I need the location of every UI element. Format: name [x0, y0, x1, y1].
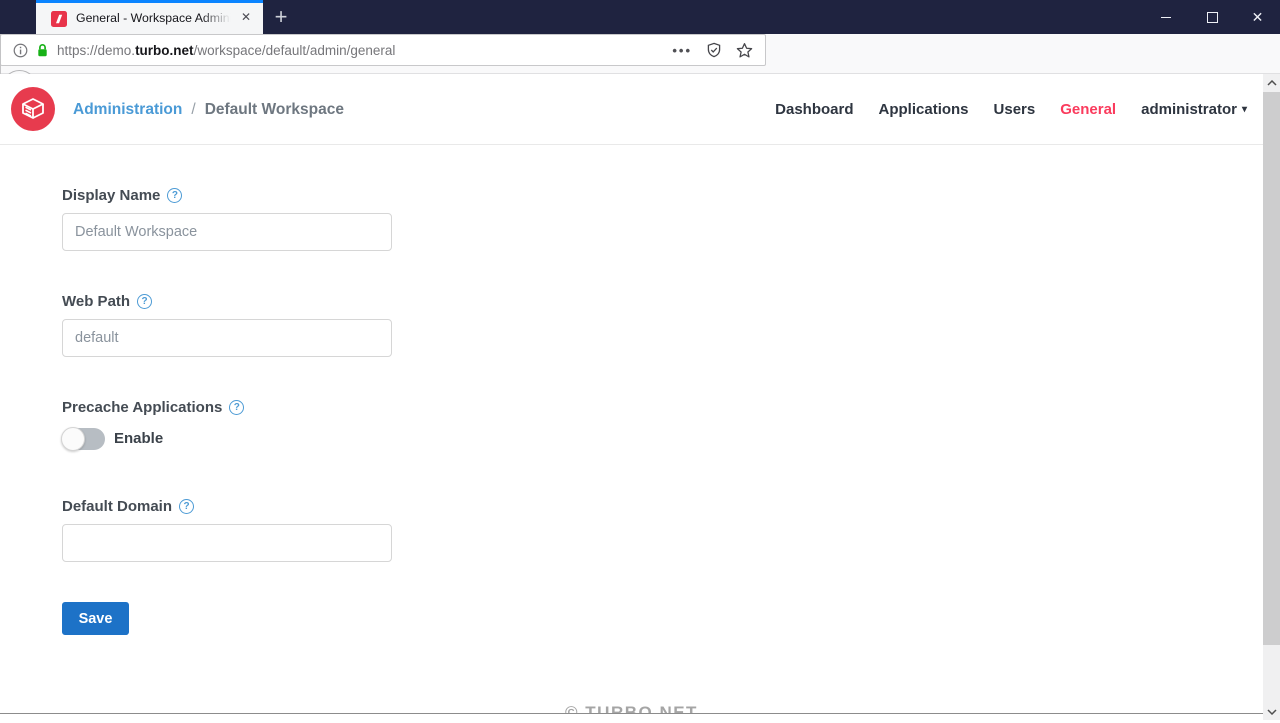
new-tab-button[interactable]: + [264, 0, 298, 34]
default-domain-label-text: Default Domain [62, 498, 173, 515]
precache-applications-label: Precache Applications ? [62, 399, 245, 416]
tab-title-fade [201, 3, 236, 34]
display-name-label-text: Display Name [62, 187, 161, 204]
nav-item-general[interactable]: General [1060, 101, 1116, 118]
breadcrumb: Administration / Default Workspace [73, 74, 344, 145]
help-icon[interactable]: ? [179, 499, 195, 514]
chevron-up-icon [1266, 79, 1277, 86]
titlebar: General - Workspace Administr ✕ + ✕ [0, 0, 1280, 34]
maximize-icon [1206, 11, 1218, 23]
save-button[interactable]: Save [62, 602, 129, 635]
bookmark-star-icon[interactable] [736, 42, 753, 59]
page-actions-icon[interactable]: ••• [672, 43, 692, 58]
turbo-favicon-icon [51, 11, 67, 27]
minimize-icon [1161, 16, 1171, 18]
scroll-up-button[interactable] [1263, 74, 1280, 91]
breadcrumb-current: Default Workspace [204, 100, 344, 118]
url-protocol: https:// [57, 42, 98, 58]
help-icon[interactable]: ? [137, 294, 153, 309]
precache-toggle[interactable] [61, 427, 105, 451]
window-minimize-button[interactable] [1143, 0, 1189, 34]
page-info-icon[interactable] [13, 43, 28, 58]
nav-item-applications[interactable]: Applications [879, 101, 969, 118]
browser-window: General - Workspace Administr ✕ + ✕ ← → [0, 0, 1280, 722]
breadcrumb-separator: / [191, 100, 196, 118]
display-name-input[interactable] [62, 213, 392, 251]
bottom-cover [0, 714, 1263, 720]
chevron-down-icon: ▾ [1241, 104, 1247, 115]
url-subdomain: demo. [97, 42, 136, 58]
chevron-down-icon [1266, 708, 1277, 715]
main-nav: Dashboard Applications Users General adm… [775, 74, 1247, 145]
window-maximize-button[interactable] [1189, 0, 1235, 34]
secure-lock-icon[interactable] [36, 43, 49, 58]
user-menu[interactable]: administrator ▾ [1141, 101, 1247, 118]
url-path: /workspace/default/admin/general [193, 42, 396, 58]
tab-close-icon[interactable]: ✕ [238, 9, 254, 25]
web-path-label: Web Path ? [62, 293, 153, 310]
turbo-logo-icon [22, 98, 44, 119]
help-icon[interactable]: ? [229, 400, 245, 415]
url-bar[interactable]: https://demo. turbo.net/workspace/default… [0, 34, 766, 66]
turbo-logo[interactable] [11, 87, 55, 131]
user-menu-label: administrator [1141, 101, 1237, 118]
nav-item-dashboard[interactable]: Dashboard [775, 101, 853, 118]
display-name-label: Display Name ? [62, 187, 183, 204]
help-icon[interactable]: ? [167, 188, 183, 203]
shield-check-icon[interactable] [706, 42, 722, 58]
vertical-scrollbar[interactable] [1263, 74, 1280, 720]
scrollbar-thumb[interactable] [1263, 92, 1280, 645]
toggle-label: Enable [114, 430, 164, 447]
url-domain: turbo.net [135, 42, 194, 58]
default-domain-input[interactable] [62, 524, 392, 562]
site-header: Administration / Default Workspace Dashb… [0, 74, 1263, 145]
web-path-label-text: Web Path [62, 293, 131, 310]
default-domain-label: Default Domain ? [62, 498, 195, 515]
nav-item-users[interactable]: Users [994, 101, 1036, 118]
web-path-input[interactable] [62, 319, 392, 357]
breadcrumb-administration-link[interactable]: Administration [73, 101, 182, 119]
precache-label-text: Precache Applications [62, 399, 223, 416]
page-content: Administration / Default Workspace Dashb… [0, 74, 1263, 722]
scroll-down-button[interactable] [1263, 703, 1280, 720]
window-close-button[interactable]: ✕ [1235, 0, 1280, 34]
browser-toolbar: ← → [0, 34, 1280, 105]
toggle-knob [61, 427, 85, 451]
browser-tab[interactable]: General - Workspace Administr ✕ [36, 0, 263, 34]
